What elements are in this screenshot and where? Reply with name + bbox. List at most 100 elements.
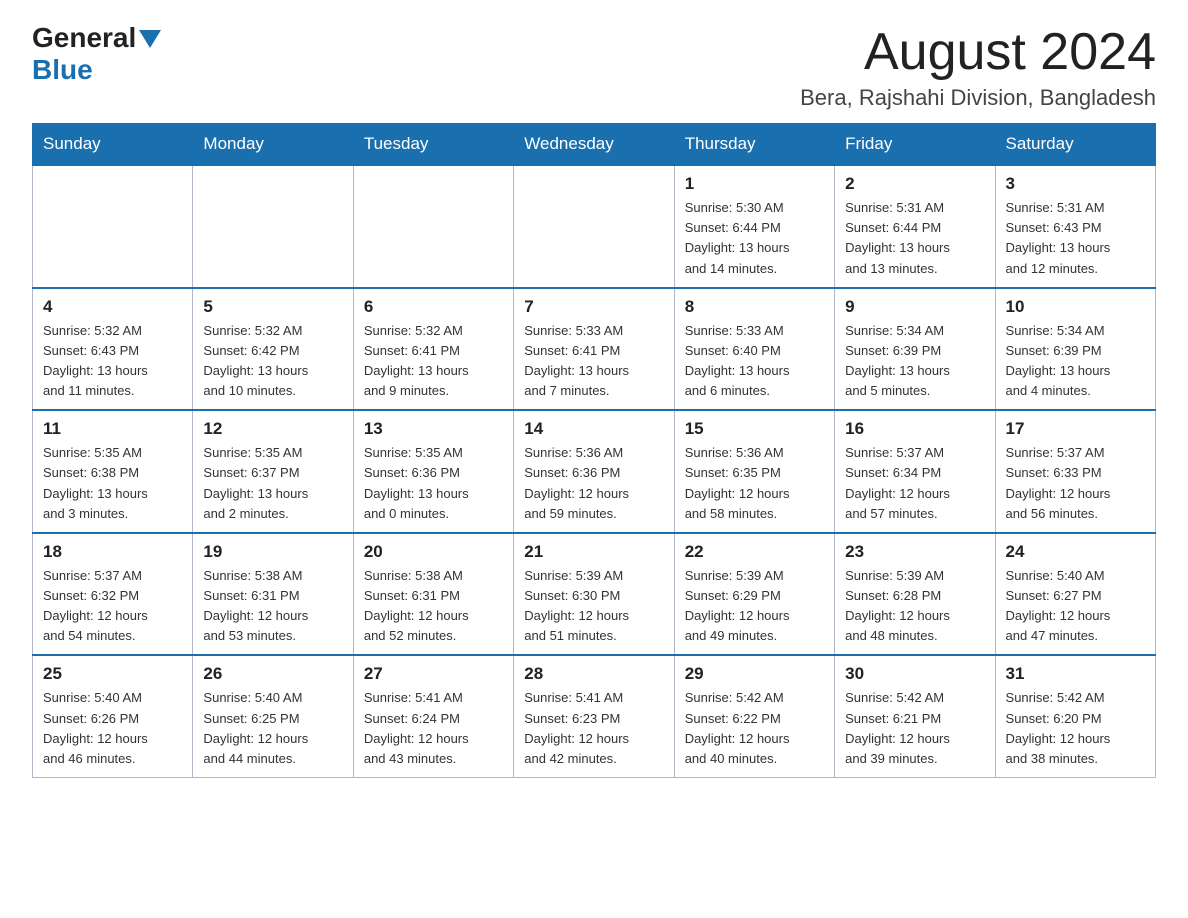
day-info: Sunrise: 5:40 AMSunset: 6:27 PMDaylight:… xyxy=(1006,566,1145,647)
table-row: 9Sunrise: 5:34 AMSunset: 6:39 PMDaylight… xyxy=(835,288,995,411)
day-info: Sunrise: 5:41 AMSunset: 6:23 PMDaylight:… xyxy=(524,688,663,769)
table-row: 3 Sunrise: 5:31 AMSunset: 6:43 PMDaylight… xyxy=(995,165,1155,288)
table-row: 10 Sunrise: 5:34 AMSunset: 6:39 PMDayligh… xyxy=(995,288,1155,411)
table-row: 25Sunrise: 5:40 AMSunset: 6:26 PMDayligh… xyxy=(33,655,193,777)
day-info: Sunrise: 5:38 AMSunset: 6:31 PMDaylight:… xyxy=(203,566,342,647)
day-number: 6 xyxy=(364,297,503,317)
table-row: 27Sunrise: 5:41 AMSunset: 6:24 PMDayligh… xyxy=(353,655,513,777)
day-info: Sunrise: 5:42 AMSunset: 6:21 PMDaylight:… xyxy=(845,688,984,769)
day-info: Sunrise: 5:30 AMSunset: 6:44 PMDaylight:… xyxy=(685,198,824,279)
table-row xyxy=(33,165,193,288)
day-number: 2 xyxy=(845,174,984,194)
day-info: Sunrise: 5:38 AMSunset: 6:31 PMDaylight:… xyxy=(364,566,503,647)
table-row: 17 Sunrise: 5:37 AMSunset: 6:33 PMDayligh… xyxy=(995,410,1155,533)
table-row: 29 Sunrise: 5:42 AMSunset: 6:22 PMDayligh… xyxy=(674,655,834,777)
day-info: Sunrise: 5:35 AMSunset: 6:37 PMDaylight:… xyxy=(203,443,342,524)
day-number: 17 xyxy=(1006,419,1145,439)
day-number: 12 xyxy=(203,419,342,439)
day-number: 31 xyxy=(1006,664,1145,684)
header: General Blue August 2024 Bera, Rajshahi … xyxy=(32,24,1156,111)
table-row: 22 Sunrise: 5:39 AMSunset: 6:29 PMDayligh… xyxy=(674,533,834,656)
day-number: 18 xyxy=(43,542,182,562)
table-row: 21 Sunrise: 5:39 AMSunset: 6:30 PMDayligh… xyxy=(514,533,674,656)
day-info: Sunrise: 5:31 AMSunset: 6:43 PMDaylight:… xyxy=(1006,198,1145,279)
day-number: 5 xyxy=(203,297,342,317)
day-number: 3 xyxy=(1006,174,1145,194)
day-info: Sunrise: 5:32 AMSunset: 6:42 PMDaylight:… xyxy=(203,321,342,402)
col-monday: Monday xyxy=(193,124,353,166)
day-info: Sunrise: 5:34 AMSunset: 6:39 PMDaylight:… xyxy=(1006,321,1145,402)
table-row: 6 Sunrise: 5:32 AMSunset: 6:41 PMDaylight… xyxy=(353,288,513,411)
table-row: 11Sunrise: 5:35 AMSunset: 6:38 PMDayligh… xyxy=(33,410,193,533)
day-number: 29 xyxy=(685,664,824,684)
day-info: Sunrise: 5:35 AMSunset: 6:38 PMDaylight:… xyxy=(43,443,182,524)
col-friday: Friday xyxy=(835,124,995,166)
table-row: 4 Sunrise: 5:32 AMSunset: 6:43 PMDaylight… xyxy=(33,288,193,411)
day-info: Sunrise: 5:32 AMSunset: 6:43 PMDaylight:… xyxy=(43,321,182,402)
logo-blue-text: Blue xyxy=(32,54,93,85)
table-row: 26 Sunrise: 5:40 AMSunset: 6:25 PMDayligh… xyxy=(193,655,353,777)
col-wednesday: Wednesday xyxy=(514,124,674,166)
table-row: 23 Sunrise: 5:39 AMSunset: 6:28 PMDayligh… xyxy=(835,533,995,656)
day-info: Sunrise: 5:39 AMSunset: 6:30 PMDaylight:… xyxy=(524,566,663,647)
week-row-3: 11Sunrise: 5:35 AMSunset: 6:38 PMDayligh… xyxy=(33,410,1156,533)
day-info: Sunrise: 5:42 AMSunset: 6:22 PMDaylight:… xyxy=(685,688,824,769)
day-info: Sunrise: 5:34 AMSunset: 6:39 PMDaylight:… xyxy=(845,321,984,402)
col-sunday: Sunday xyxy=(33,124,193,166)
week-row-4: 18 Sunrise: 5:37 AMSunset: 6:32 PMDayligh… xyxy=(33,533,1156,656)
table-row: 12 Sunrise: 5:35 AMSunset: 6:37 PMDayligh… xyxy=(193,410,353,533)
day-info: Sunrise: 5:33 AMSunset: 6:40 PMDaylight:… xyxy=(685,321,824,402)
table-row: 18 Sunrise: 5:37 AMSunset: 6:32 PMDayligh… xyxy=(33,533,193,656)
logo: General Blue xyxy=(32,24,161,86)
table-row: 7Sunrise: 5:33 AMSunset: 6:41 PMDaylight… xyxy=(514,288,674,411)
title-block: August 2024 Bera, Rajshahi Division, Ban… xyxy=(800,24,1156,111)
day-number: 13 xyxy=(364,419,503,439)
day-number: 19 xyxy=(203,542,342,562)
day-number: 21 xyxy=(524,542,663,562)
day-info: Sunrise: 5:35 AMSunset: 6:36 PMDaylight:… xyxy=(364,443,503,524)
table-row xyxy=(514,165,674,288)
day-info: Sunrise: 5:40 AMSunset: 6:25 PMDaylight:… xyxy=(203,688,342,769)
day-number: 23 xyxy=(845,542,984,562)
col-tuesday: Tuesday xyxy=(353,124,513,166)
week-row-2: 4 Sunrise: 5:32 AMSunset: 6:43 PMDaylight… xyxy=(33,288,1156,411)
day-number: 10 xyxy=(1006,297,1145,317)
day-number: 24 xyxy=(1006,542,1145,562)
month-title: August 2024 xyxy=(800,24,1156,81)
location-title: Bera, Rajshahi Division, Bangladesh xyxy=(800,85,1156,111)
day-number: 28 xyxy=(524,664,663,684)
day-number: 22 xyxy=(685,542,824,562)
day-info: Sunrise: 5:32 AMSunset: 6:41 PMDaylight:… xyxy=(364,321,503,402)
day-number: 26 xyxy=(203,664,342,684)
table-row xyxy=(353,165,513,288)
table-row: 8Sunrise: 5:33 AMSunset: 6:40 PMDaylight… xyxy=(674,288,834,411)
day-info: Sunrise: 5:39 AMSunset: 6:28 PMDaylight:… xyxy=(845,566,984,647)
day-info: Sunrise: 5:40 AMSunset: 6:26 PMDaylight:… xyxy=(43,688,182,769)
table-row: 20 Sunrise: 5:38 AMSunset: 6:31 PMDayligh… xyxy=(353,533,513,656)
logo-general-text: General xyxy=(32,24,136,52)
day-info: Sunrise: 5:36 AMSunset: 6:36 PMDaylight:… xyxy=(524,443,663,524)
day-info: Sunrise: 5:39 AMSunset: 6:29 PMDaylight:… xyxy=(685,566,824,647)
day-info: Sunrise: 5:42 AMSunset: 6:20 PMDaylight:… xyxy=(1006,688,1145,769)
table-row: 16 Sunrise: 5:37 AMSunset: 6:34 PMDayligh… xyxy=(835,410,995,533)
day-number: 27 xyxy=(364,664,503,684)
table-row: 19 Sunrise: 5:38 AMSunset: 6:31 PMDayligh… xyxy=(193,533,353,656)
day-info: Sunrise: 5:37 AMSunset: 6:32 PMDaylight:… xyxy=(43,566,182,647)
day-number: 16 xyxy=(845,419,984,439)
col-thursday: Thursday xyxy=(674,124,834,166)
day-number: 1 xyxy=(685,174,824,194)
table-row: 14Sunrise: 5:36 AMSunset: 6:36 PMDayligh… xyxy=(514,410,674,533)
table-row: 1 Sunrise: 5:30 AMSunset: 6:44 PMDaylight… xyxy=(674,165,834,288)
table-row: 31 Sunrise: 5:42 AMSunset: 6:20 PMDayligh… xyxy=(995,655,1155,777)
table-row xyxy=(193,165,353,288)
day-number: 4 xyxy=(43,297,182,317)
logo-triangle-icon xyxy=(139,30,161,48)
day-info: Sunrise: 5:36 AMSunset: 6:35 PMDaylight:… xyxy=(685,443,824,524)
table-row: 5 Sunrise: 5:32 AMSunset: 6:42 PMDaylight… xyxy=(193,288,353,411)
week-row-5: 25Sunrise: 5:40 AMSunset: 6:26 PMDayligh… xyxy=(33,655,1156,777)
day-number: 30 xyxy=(845,664,984,684)
day-info: Sunrise: 5:37 AMSunset: 6:33 PMDaylight:… xyxy=(1006,443,1145,524)
day-number: 20 xyxy=(364,542,503,562)
day-info: Sunrise: 5:37 AMSunset: 6:34 PMDaylight:… xyxy=(845,443,984,524)
table-row: 24 Sunrise: 5:40 AMSunset: 6:27 PMDayligh… xyxy=(995,533,1155,656)
